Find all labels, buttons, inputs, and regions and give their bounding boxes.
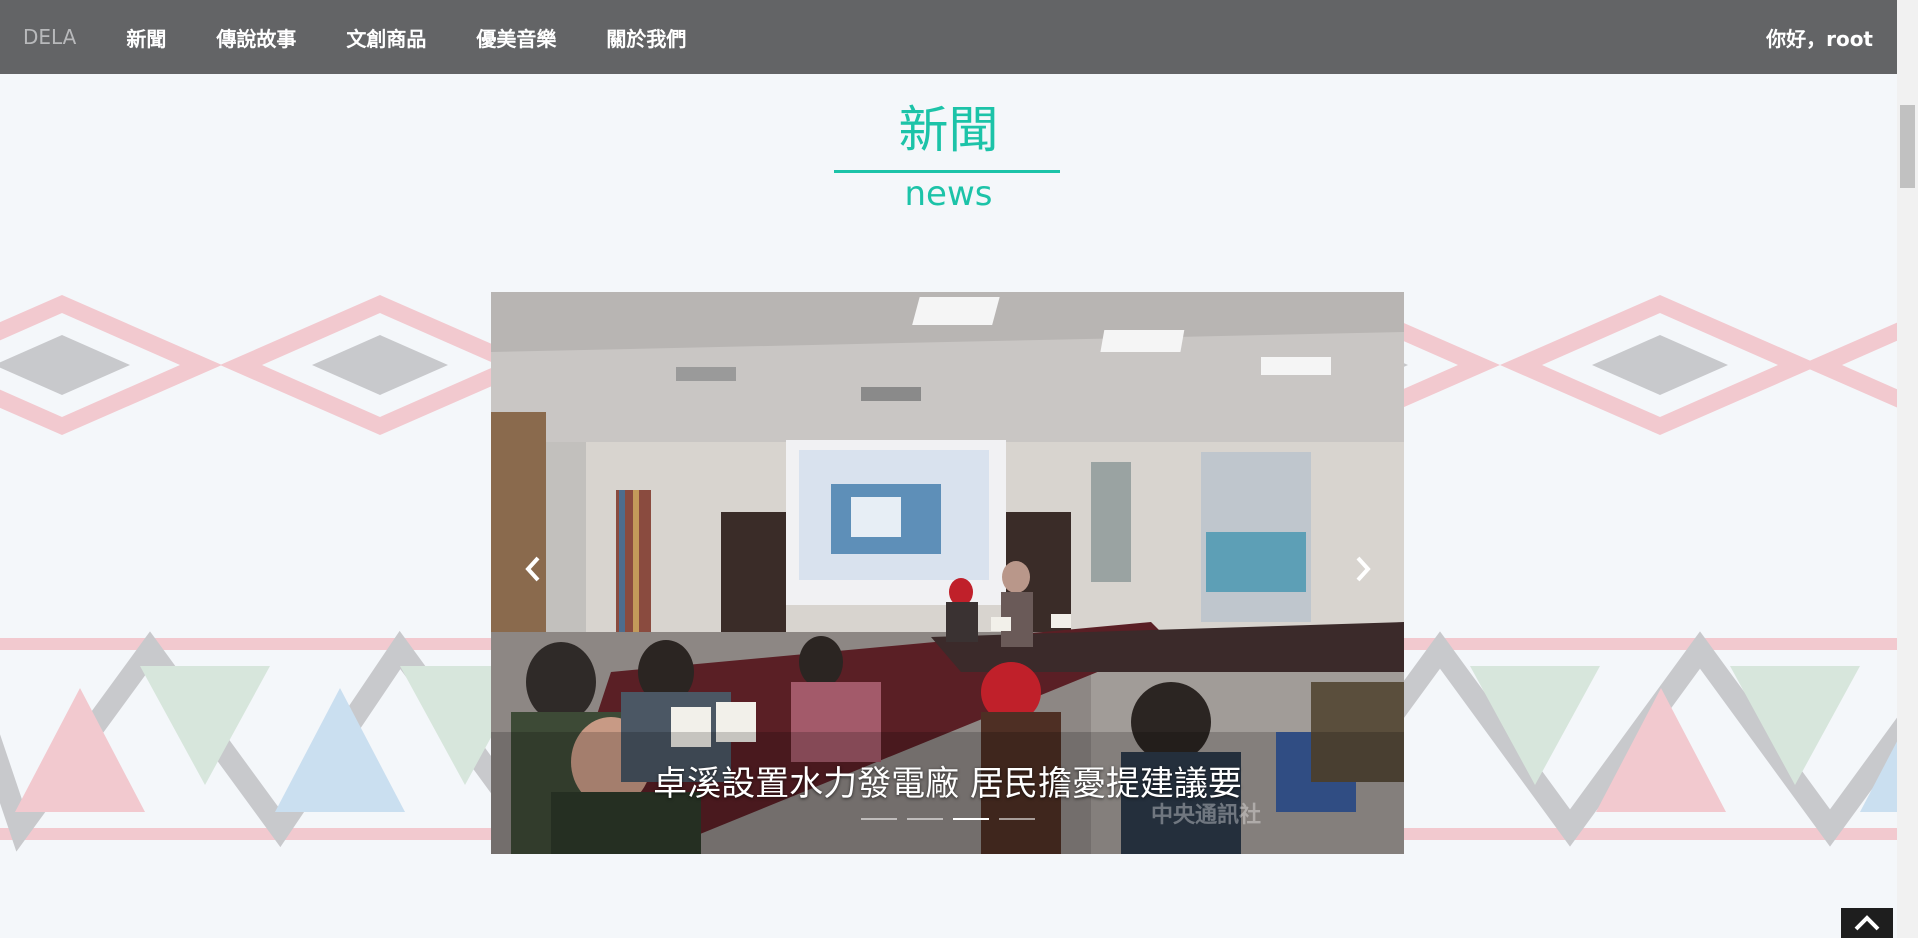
top-navbar: DELA 新聞 傳說故事 文創商品 優美音樂 關於我們 你好，root	[0, 0, 1897, 74]
back-to-top-button[interactable]	[1841, 908, 1893, 938]
scrollbar-thumb[interactable]	[1900, 105, 1915, 188]
chevron-up-icon	[1854, 915, 1880, 931]
carousel-indicator-2[interactable]	[906, 818, 943, 820]
carousel-next-button[interactable]	[1343, 554, 1383, 594]
carousel-indicator-1[interactable]	[860, 818, 897, 820]
section-subtitle: news	[904, 174, 993, 214]
nav-item-legends[interactable]: 傳說故事	[191, 23, 321, 52]
nav-item-products[interactable]: 文創商品	[321, 23, 451, 52]
news-agency-watermark: 中央通訊社	[1151, 803, 1262, 828]
carousel-indicator-3[interactable]	[952, 818, 989, 820]
brand-logo[interactable]: DELA	[23, 25, 76, 49]
section-divider	[834, 170, 1060, 173]
carousel-indicator-4[interactable]	[998, 818, 1035, 820]
section-title: 新聞	[898, 101, 999, 159]
news-carousel[interactable]: 卓溪設置水力發電廠 居民擔憂提建議要 中央通訊社	[491, 292, 1404, 854]
slide-caption[interactable]: 卓溪設置水力發電廠 居民擔憂提建議要	[491, 756, 1404, 805]
chevron-right-icon	[1356, 556, 1371, 582]
chevron-left-icon	[525, 556, 540, 582]
nav-item-news[interactable]: 新聞	[101, 23, 191, 52]
carousel-indicators	[491, 818, 1404, 820]
nav-item-about[interactable]: 關於我們	[581, 23, 711, 52]
user-greeting[interactable]: 你好，root	[1766, 0, 1873, 74]
carousel-prev-button[interactable]	[513, 554, 553, 594]
nav-item-music[interactable]: 優美音樂	[451, 23, 581, 52]
